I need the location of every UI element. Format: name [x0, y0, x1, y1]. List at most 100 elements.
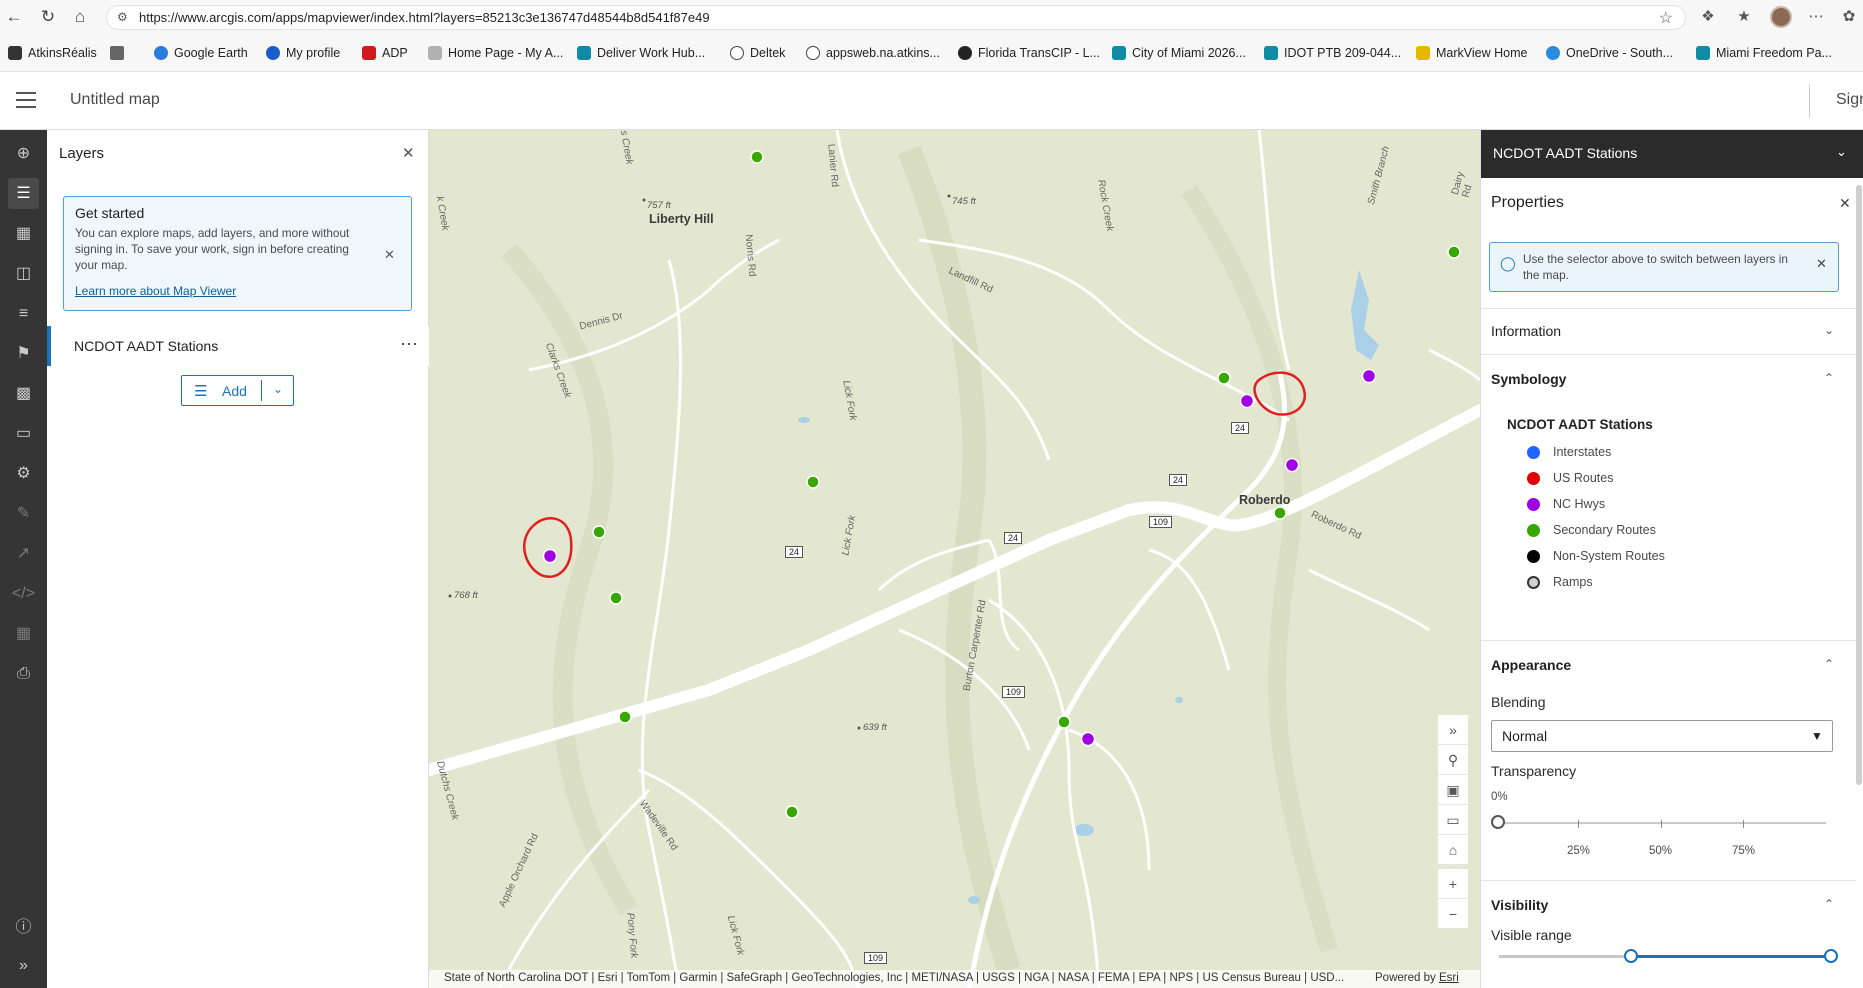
url-text: https://www.arcgis.com/apps/mapviewer/in…	[139, 10, 710, 25]
close-icon[interactable]: ✕	[384, 247, 395, 263]
screenshot-icon[interactable]: ▣	[1438, 775, 1468, 805]
charts-icon[interactable]: ▩	[8, 378, 39, 409]
visible-range-max-thumb[interactable]	[1824, 949, 1838, 963]
route-shield: 24	[1231, 422, 1250, 434]
bookmark-item[interactable]: IDOT PTB 209-044...	[1264, 44, 1401, 62]
bookmarks-icon[interactable]: ⚑	[8, 338, 39, 369]
zoom-in-icon[interactable]: +	[1438, 869, 1468, 899]
attribution-bar: State of North Carolina DOT | Esri | Tom…	[429, 970, 1480, 988]
visible-range-fill	[1631, 955, 1831, 958]
add-label: Add	[222, 383, 247, 399]
table-icon[interactable]: ▦	[8, 218, 39, 249]
chevron-up-icon[interactable]: ⌃	[1824, 657, 1834, 671]
chevron-up-icon[interactable]: ⌃	[1824, 371, 1834, 385]
expand-icon[interactable]: »	[8, 950, 39, 981]
elevation-label: 745 ft	[952, 196, 976, 207]
route-shield: 109	[1149, 516, 1173, 528]
route-shield: 24	[1004, 532, 1023, 544]
help-icon[interactable]: ⓘ	[8, 912, 39, 943]
add-layer-icon[interactable]: ⊕	[8, 138, 39, 169]
legend-label: NC Hwys	[1553, 497, 1606, 511]
collapse-icon[interactable]: »	[1438, 715, 1468, 745]
browser-toolbar: ← ↻ ⌂ ⚙ https://www.arcgis.com/apps/mapv…	[0, 0, 1863, 34]
caret-down-icon: ▼	[1811, 729, 1823, 743]
close-icon[interactable]: ✕	[1816, 256, 1827, 272]
tick-label: 75%	[1732, 845, 1756, 857]
get-started-notice: Get started You can explore maps, add la…	[63, 196, 412, 311]
tick-label: 50%	[1649, 845, 1673, 857]
field-label: Visible range	[1491, 927, 1572, 943]
bookmark-item[interactable]: Miami Freedom Pa...	[1696, 44, 1832, 62]
bookmark-item[interactable]: City of Miami 2026...	[1112, 44, 1246, 62]
bookmark-item[interactable]: Google Earth	[154, 44, 248, 62]
page-title: Untitled map	[70, 91, 160, 108]
favorite-star-icon[interactable]: ☆	[1659, 8, 1673, 28]
bookmark-item[interactable]: MarkView Home	[1416, 44, 1527, 62]
slider-tick	[1578, 820, 1579, 828]
bookmark-item[interactable]: Home Page - My A...	[428, 44, 563, 62]
bookmark-item[interactable]: Florida TransCIP - L...	[958, 44, 1100, 62]
esri-link[interactable]: Esri	[1439, 972, 1459, 984]
bookmark-item[interactable]: My profile	[266, 44, 340, 62]
symbology-section[interactable]: Symbology ⌃	[1481, 354, 1856, 400]
home-icon[interactable]: ⌂	[70, 7, 90, 27]
site-info-icon[interactable]: ⚙	[117, 10, 131, 24]
learn-more-link[interactable]: Learn more about Map Viewer	[75, 284, 236, 298]
share-icon[interactable]: ↗	[8, 538, 39, 569]
copilot-icon[interactable]: ✿	[1838, 7, 1860, 27]
settings-icon[interactable]: ⚙	[8, 458, 39, 489]
sign-in-link[interactable]: Sign	[1836, 91, 1863, 109]
more-options-icon[interactable]: ⋯	[400, 334, 419, 355]
bookmark-item[interactable]: Deltek	[730, 44, 785, 62]
reload-icon[interactable]: ↻	[38, 7, 58, 27]
elevation-label: 639 ft	[863, 722, 887, 733]
left-toolbar: ⊕ ☰ ▦ ◫ ≡ ⚑ ▩ ▭ ⚙ ✎ ↗ </> ▦ ⎙ ⓘ »	[0, 130, 47, 988]
print-icon[interactable]: ⎙	[8, 658, 39, 689]
fullscreen-icon[interactable]: ▭	[1438, 805, 1468, 835]
folder-icon[interactable]: ▭	[8, 418, 39, 449]
map-view[interactable]: Liberty Hill Roberdo Dennis Dr Clarks Cr…	[429, 130, 1480, 988]
bookmark-item[interactable]: OneDrive - South...	[1546, 44, 1673, 62]
bookmark-item[interactable]: AtkinsRéalis	[8, 44, 97, 62]
basemap-icon[interactable]: ◫	[8, 258, 39, 289]
menu-icon[interactable]	[16, 92, 36, 108]
appearance-section[interactable]: Appearance ⌃	[1481, 640, 1856, 686]
bookmark-item[interactable]: Deliver Work Hub...	[577, 44, 705, 62]
more-options-icon[interactable]: ⋯	[1805, 7, 1827, 27]
blending-select[interactable]: Normal ▼	[1491, 720, 1833, 752]
route-shield: 24	[785, 546, 804, 558]
add-layer-button[interactable]: ☰ Add ⌄	[181, 375, 294, 406]
chevron-up-icon[interactable]: ⌃	[1824, 897, 1834, 911]
bookmark-item[interactable]: ADP	[362, 44, 408, 62]
chevron-down-icon[interactable]: ⌄	[1824, 323, 1834, 337]
favorites-icon[interactable]: ★	[1733, 7, 1755, 27]
bookmark-item[interactable]	[110, 44, 130, 62]
zoom-out-icon[interactable]: −	[1438, 899, 1468, 929]
search-icon[interactable]: ⚲	[1438, 745, 1468, 775]
panel-scrollbar[interactable]	[1856, 185, 1862, 785]
bookmark-item[interactable]: appsweb.na.atkins...	[806, 44, 940, 62]
close-icon[interactable]: ✕	[1839, 195, 1851, 212]
chevron-down-icon[interactable]: ⌄	[1836, 144, 1847, 160]
visibility-section[interactable]: Visibility ⌃	[1481, 880, 1856, 926]
close-icon[interactable]: ✕	[402, 144, 415, 162]
tick-label: 25%	[1567, 845, 1591, 857]
apps-icon[interactable]: ▦	[8, 618, 39, 649]
embed-icon[interactable]: </>	[8, 578, 39, 609]
sketch-icon[interactable]: ✎	[8, 498, 39, 529]
map-canvas[interactable]	[429, 130, 1480, 988]
bookmark-label: Home Page - My A...	[448, 46, 564, 60]
visible-range-min-thumb[interactable]	[1624, 949, 1638, 963]
chevron-down-icon[interactable]: ⌄	[273, 382, 283, 396]
address-bar[interactable]: ⚙ https://www.arcgis.com/apps/mapviewer/…	[106, 5, 1686, 30]
layer-selector[interactable]: NCDOT AADT Stations ⌄	[1481, 130, 1863, 178]
extensions-icon[interactable]: ❖	[1697, 7, 1719, 27]
information-section[interactable]: Information ⌄	[1481, 308, 1856, 354]
layer-list-item[interactable]: NCDOT AADT Stations ⋯	[47, 326, 429, 366]
avatar[interactable]	[1770, 6, 1792, 28]
layers-icon[interactable]: ☰	[8, 178, 39, 209]
transparency-slider-thumb[interactable]	[1491, 815, 1505, 829]
home-icon[interactable]: ⌂	[1438, 835, 1468, 865]
legend-icon[interactable]: ≡	[8, 298, 39, 329]
back-icon[interactable]: ←	[4, 7, 24, 27]
